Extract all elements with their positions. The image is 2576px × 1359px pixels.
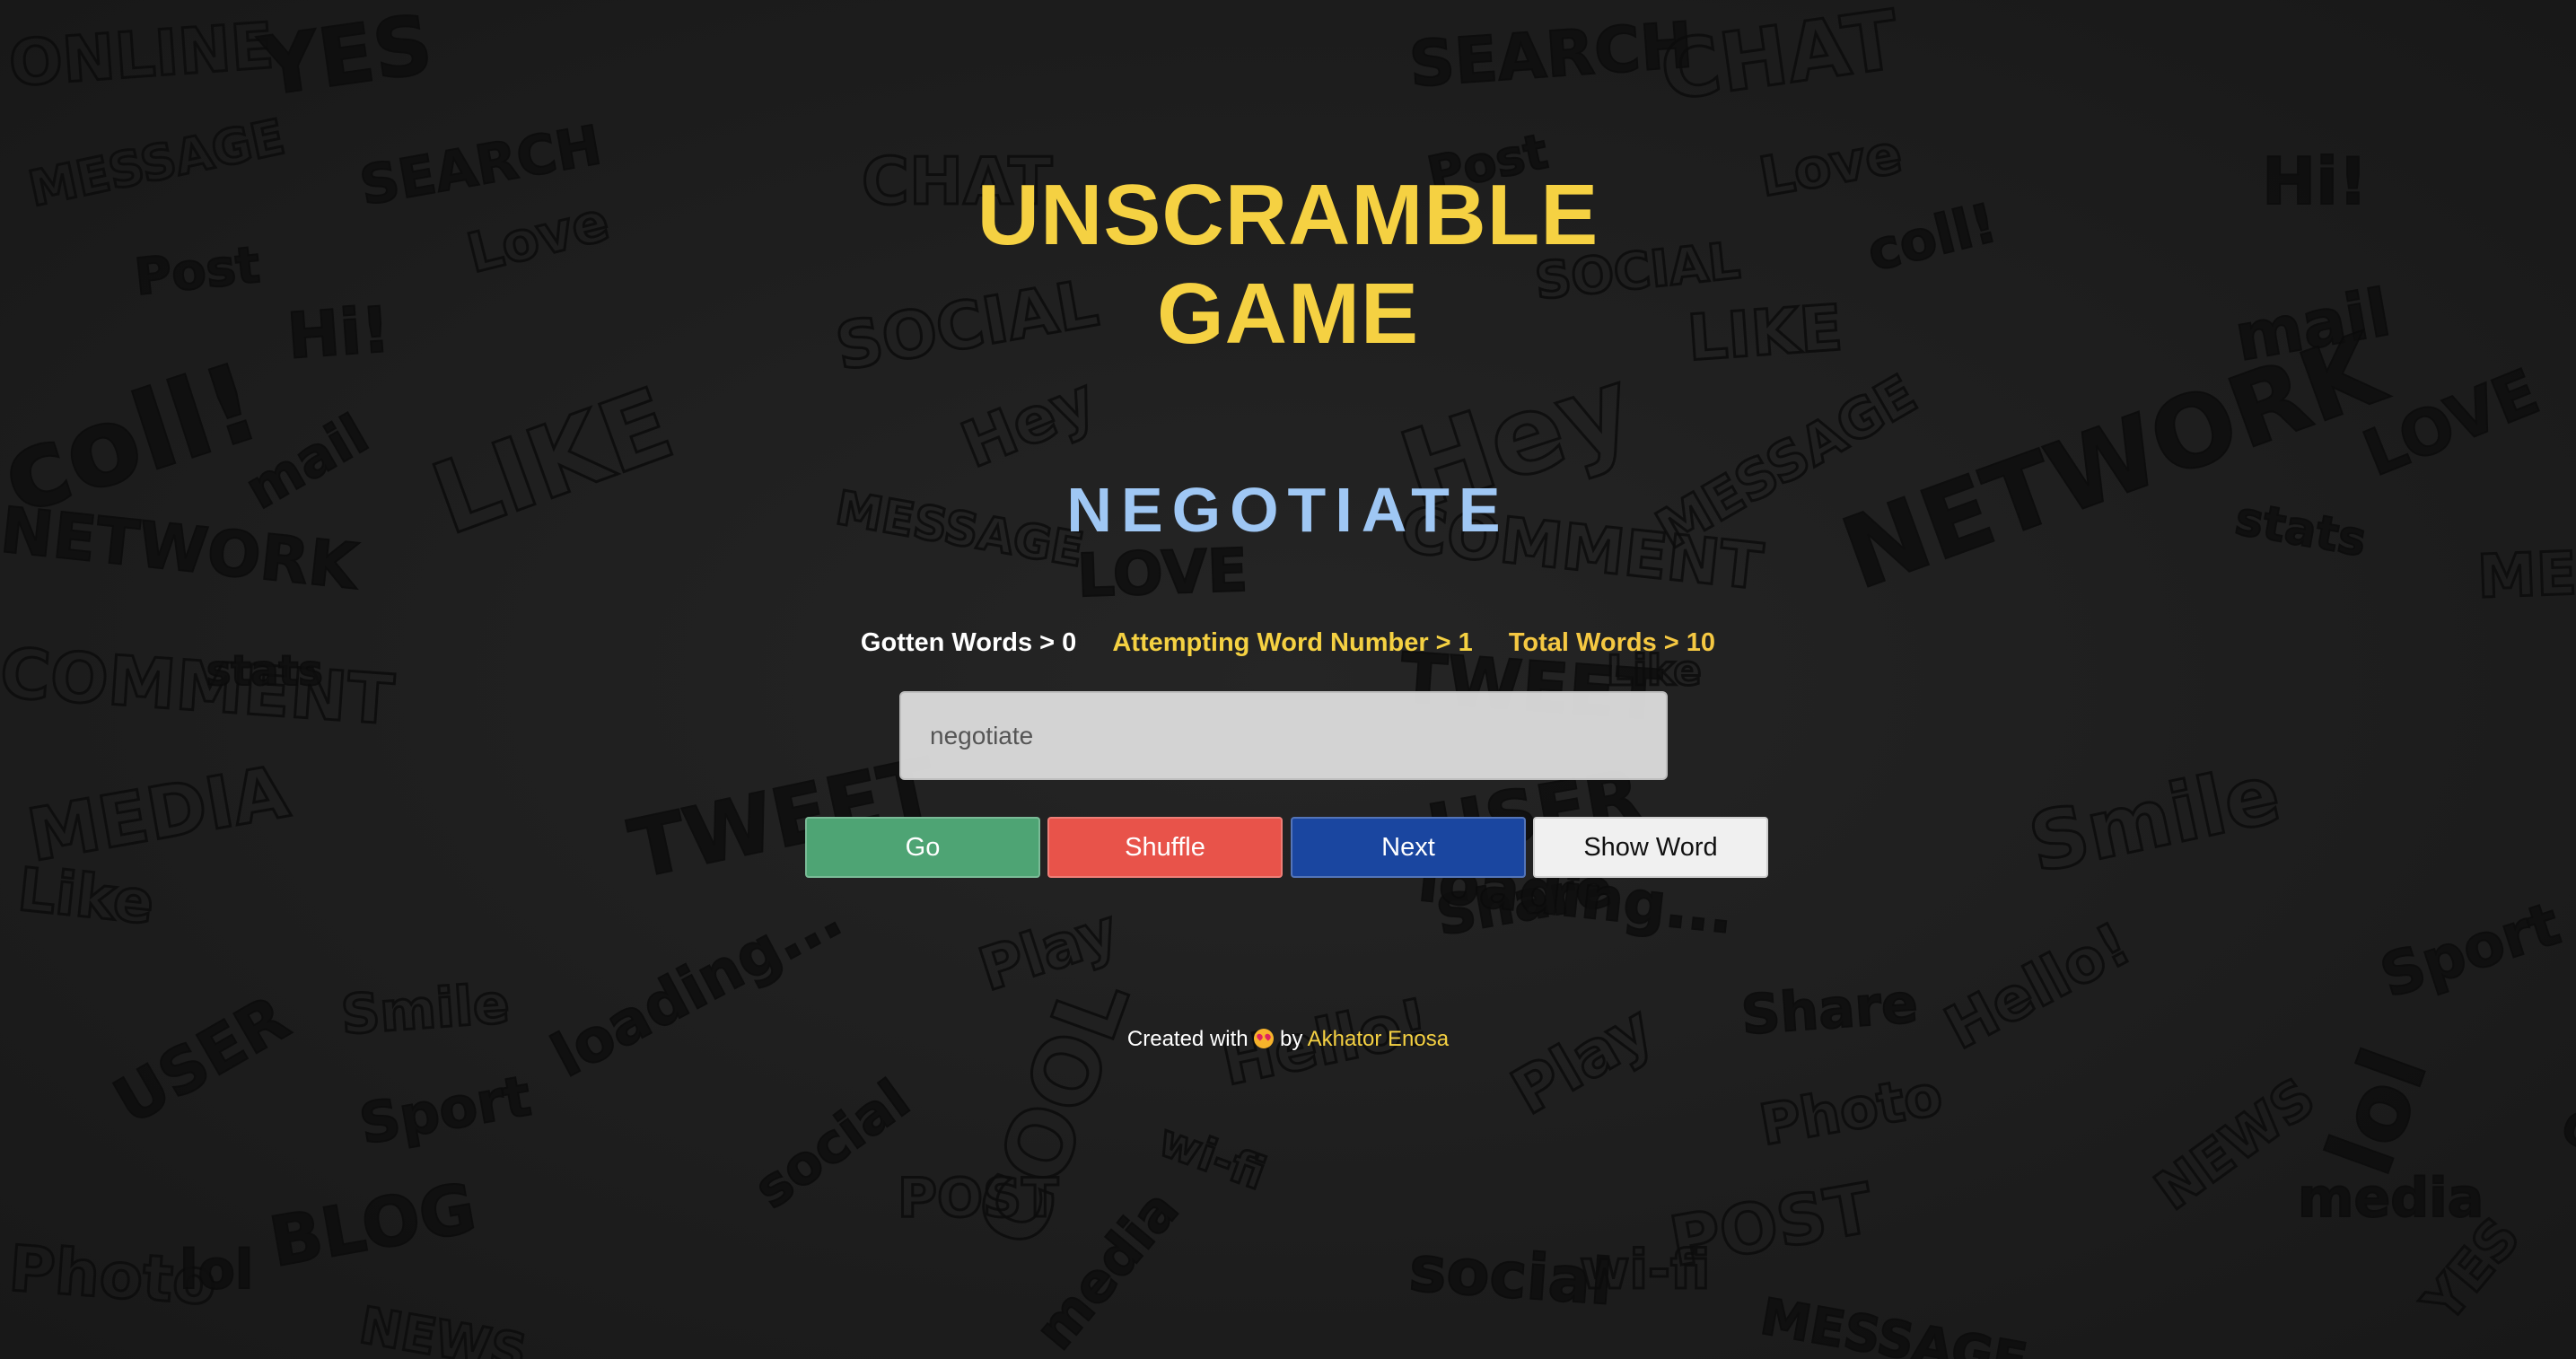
stats-bar: Gotten Words > 0 Attempting Word Number … bbox=[0, 628, 2576, 658]
shuffle-button[interactable]: Shuffle bbox=[1047, 817, 1283, 878]
show-word-button[interactable]: Show Word bbox=[1533, 817, 1768, 878]
game-screen: ONLINE YES MESSAGE SEARCH CHAT Post Love Hi! SOC… bbox=[0, 0, 2576, 1359]
total-words-stat: Total Words > 10 bbox=[1508, 628, 1716, 657]
game-content: UNSCRAMBLE GAME NEGOTIATE Gotten Words >… bbox=[0, 0, 2576, 1359]
title-line-2: GAME bbox=[1157, 266, 1419, 362]
footer-by: by bbox=[1279, 1027, 1303, 1051]
scrambled-word: NEGOTIATE bbox=[1066, 475, 1510, 545]
author-link[interactable]: Akhator Enosa bbox=[1308, 1027, 1449, 1051]
go-button[interactable]: Go bbox=[805, 817, 1040, 878]
gotten-words-stat: Gotten Words > 0 bbox=[860, 628, 1077, 657]
footer-prefix: Created with bbox=[1126, 1027, 1249, 1051]
footer-credit: Created with by Akhator Enosa bbox=[0, 1027, 2576, 1052]
game-title: UNSCRAMBLE GAME bbox=[0, 166, 2576, 364]
answer-input[interactable] bbox=[899, 691, 1668, 780]
next-button[interactable]: Next bbox=[1291, 817, 1526, 878]
attempting-word-stat: Attempting Word Number > 1 bbox=[1112, 628, 1473, 657]
heart-eyes-emoji-icon bbox=[1254, 1029, 1275, 1048]
title-line-1: UNSCRAMBLE bbox=[977, 167, 1599, 263]
